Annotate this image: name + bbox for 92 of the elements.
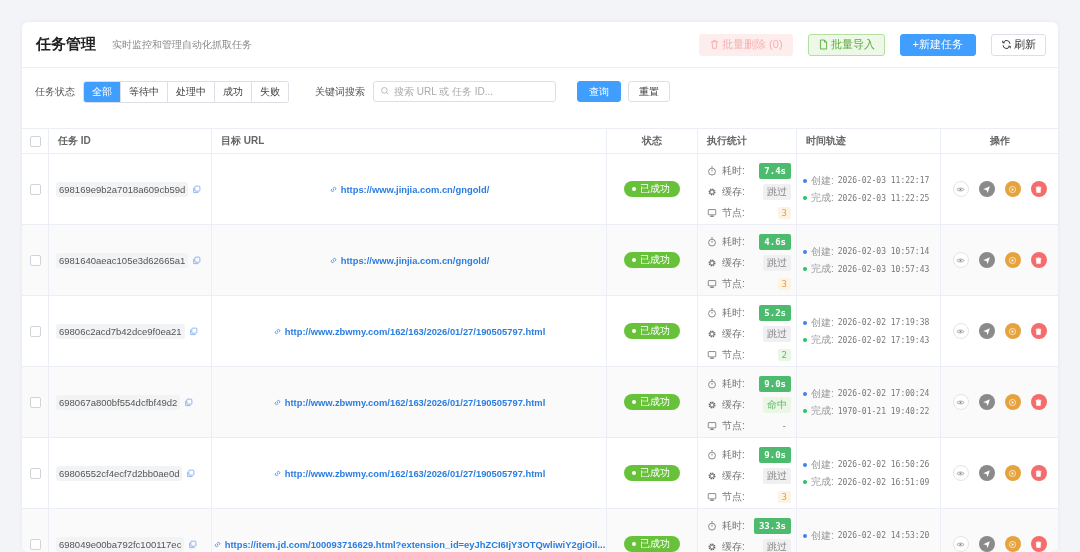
refresh-button[interactable]: 刷新 (991, 33, 1046, 56)
timestamp: 2026-02-02 17:00:24 (837, 389, 930, 399)
stat-label: 节点: (722, 276, 746, 291)
timeline-label: 创建: (811, 457, 834, 472)
cache-badge: 跳过 (763, 538, 791, 552)
column-header: 目标 URL (221, 134, 265, 148)
query-button[interactable]: 查询 (577, 81, 621, 102)
timeline-label: 完成: (811, 404, 834, 419)
cache-badge: 命中 (763, 396, 791, 413)
status-filter-label: 任务状态 (35, 84, 75, 99)
task-id: 698067a800bf554dcfbf49d2 (56, 394, 181, 410)
task-id: 698169e9b2a7018a609cb59d (56, 181, 189, 197)
timestamp: 2026-02-03 11:22:17 (837, 176, 930, 186)
stat-label: 节点: (722, 205, 746, 220)
node-badge: 2 (777, 348, 791, 361)
timestamp: 2026-02-03 11:22:25 (837, 193, 930, 203)
url-link[interactable]: http://www.zbwmy.com/162/163/2026/01/27/190505797.html (272, 396, 546, 408)
stat-label: 耗时: (722, 518, 746, 533)
stat-label: 耗时: (722, 447, 746, 462)
status-tab[interactable]: 失败 (251, 81, 288, 102)
node-value: - (780, 419, 788, 432)
new-task-button[interactable]: +新建任务 (899, 33, 976, 56)
stat-label: 缓存: (722, 539, 746, 552)
node-badge: 3 (777, 277, 791, 290)
column-header: 执行统计 (707, 134, 747, 148)
url-link[interactable]: https://www.jinjia.com.cn/gngold/ (328, 183, 490, 195)
column-header: 状态 (642, 134, 662, 148)
timestamp: 2026-02-02 17:19:38 (837, 318, 930, 328)
search-field[interactable]: 搜索 URL 或 任务 ID... (373, 81, 556, 102)
page-subtitle: 实时监控和管理自动化抓取任务 (112, 37, 253, 52)
timestamp: 2026-02-02 16:50:26 (837, 460, 930, 470)
cache-badge: 跳过 (763, 254, 791, 271)
column-header: 任务 ID (58, 134, 91, 148)
timestamp: 2026-02-03 10:57:14 (837, 247, 930, 257)
status-badge: 已成功 (624, 536, 680, 552)
url-link[interactable]: http://www.zbwmy.com/162/163/2026/01/27/190505797.html (272, 467, 546, 479)
url-link[interactable]: http://www.zbwmy.com/162/163/2026/01/27/190505797.html (272, 325, 546, 337)
task-id: 6981640aeac105e3d62665a1 (56, 252, 189, 268)
stat-label: 耗时: (722, 234, 746, 249)
stat-label: 缓存: (722, 184, 746, 199)
page-title: 任务管理 (36, 35, 96, 54)
duration-badge: 4.6s (759, 233, 791, 250)
stat-label: 缓存: (722, 468, 746, 483)
timestamp: 2026-02-03 10:57:43 (837, 264, 930, 274)
batch-import-button[interactable]: 批量导入 (807, 33, 885, 56)
stat-label: 节点: (722, 489, 746, 504)
stat-label: 耗时: (722, 163, 746, 178)
timestamp: 2026-02-02 14:53:20 (837, 531, 930, 541)
timestamp: 2026-02-02 17:19:43 (837, 335, 930, 345)
status-badge: 已成功 (624, 465, 680, 481)
status-tab[interactable]: 全部 (84, 81, 120, 102)
timestamp: 1970-01-21 19:40:22 (837, 406, 930, 416)
search-label: 关键词搜索 (315, 84, 365, 99)
node-badge: 3 (777, 490, 791, 503)
duration-badge: 5.2s (759, 304, 791, 321)
cache-badge: 跳过 (763, 467, 791, 484)
reset-button[interactable]: 重置 (628, 81, 670, 102)
timeline-label: 创建: (811, 386, 834, 401)
cache-badge: 跳过 (763, 325, 791, 342)
duration-badge: 9.0s (759, 375, 791, 392)
timeline-label: 创建: (811, 315, 834, 330)
status-badge: 已成功 (624, 394, 680, 410)
stat-label: 缓存: (722, 326, 746, 341)
column-header: 操作 (989, 134, 1010, 148)
status-badge: 已成功 (624, 181, 680, 197)
timeline-label: 完成: (811, 262, 834, 277)
task-id: 69806c2acd7b42dce9f0ea21 (56, 323, 185, 339)
duration-badge: 9.0s (759, 446, 791, 463)
cache-badge: 跳过 (763, 183, 791, 200)
stat-label: 耗时: (722, 376, 746, 391)
timeline-label: 创建: (811, 528, 834, 543)
column-header: 时间轨迹 (806, 134, 846, 148)
url-link[interactable]: https://www.jinjia.com.cn/gngold/ (328, 254, 490, 266)
url-link[interactable]: https://item.jd.com/100093716629.html?extension_id=eyJhZCI6IjY3OTQwliwiY2giOil... (212, 538, 606, 550)
task-id: 69806552cf4ecf7d2bb0ae0d (56, 465, 183, 481)
stat-label: 缓存: (722, 397, 746, 412)
status-badge: 已成功 (624, 252, 680, 268)
timeline-label: 创建: (811, 244, 834, 259)
timeline-label: 创建: (811, 173, 834, 188)
stat-label: 耗时: (722, 305, 746, 320)
status-badge: 已成功 (624, 323, 680, 339)
timeline-label: 完成: (811, 333, 834, 348)
node-badge: 3 (777, 206, 791, 219)
task-id: 698049e00ba792fc100117ec (56, 536, 185, 552)
stat-label: 节点: (722, 418, 746, 433)
timestamp: 2026-02-02 16:51:09 (837, 477, 930, 487)
duration-badge: 7.4s (759, 162, 791, 179)
stat-label: 节点: (722, 347, 746, 362)
timeline-label: 完成: (811, 475, 834, 490)
duration-badge: 33.3s (753, 517, 791, 534)
stat-label: 缓存: (722, 255, 746, 270)
timeline-label: 完成: (811, 191, 834, 206)
